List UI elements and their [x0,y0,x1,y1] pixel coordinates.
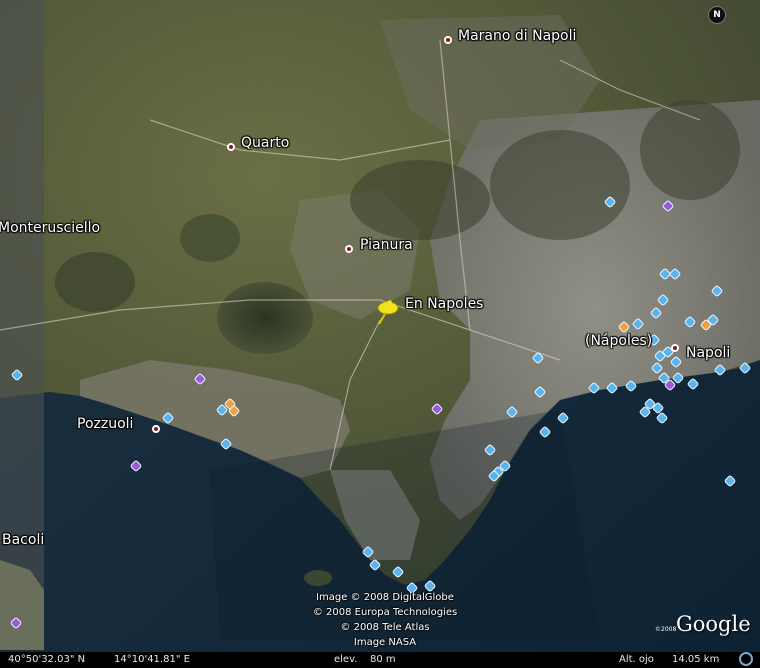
imagery-credits: Image © 2008 DigitalGlobe © 2008 Europa … [300,590,470,650]
place-label-monterusciello[interactable]: Monterusciello [0,220,100,236]
google-logo: Google [676,612,751,636]
hill [640,100,740,200]
place-label-pianura[interactable]: Pianura [360,237,413,253]
status-bar: 40°50'32.03" N 14°10'41.81" E elev. 80 m… [0,652,760,668]
crater [217,282,313,354]
elevation-label: elev. [334,654,358,665]
left-imagery-strip [0,0,44,650]
eye-alt-value: 14.05 km [672,654,720,665]
longitude-readout: 14°10'41.81" E [114,654,190,665]
credit-line: Image © 2008 DigitalGlobe [316,592,454,603]
logo-copyright: ©2008 [655,626,677,633]
place-label-pozzuoli[interactable]: Pozzuoli [77,416,133,432]
place-label-marano[interactable]: Marano di Napoli [458,28,576,44]
placemark-label[interactable]: En Napoles [405,296,483,312]
streaming-indicator-icon [739,652,753,666]
city-dot-napoli[interactable] [671,344,679,352]
crater [180,214,240,262]
city-dot-quarto[interactable] [227,143,235,151]
north-compass-icon[interactable]: N [708,6,726,24]
city-dot-pozzuoli[interactable] [152,425,160,433]
city-dot-marano[interactable] [444,36,452,44]
place-label-quarto[interactable]: Quarto [241,135,289,151]
hill [490,130,630,240]
credit-line: © 2008 Europa Technologies [312,607,458,618]
credit-line: © 2008 Tele Atlas [340,622,430,633]
place-label-napoles[interactable]: (Nápoles) [585,333,652,349]
place-label-napoli[interactable]: Napoli [686,345,730,361]
latitude-readout: 40°50'32.03" N [8,654,86,665]
elevation-value: 80 m [370,654,396,665]
crater [55,252,135,312]
city-dot-pianura[interactable] [345,245,353,253]
place-label-bacoli[interactable]: Bacoli [2,532,44,548]
hill [350,160,490,240]
credit-line: Image NASA [353,637,417,648]
eye-alt-label: Alt. ojo [619,654,654,665]
